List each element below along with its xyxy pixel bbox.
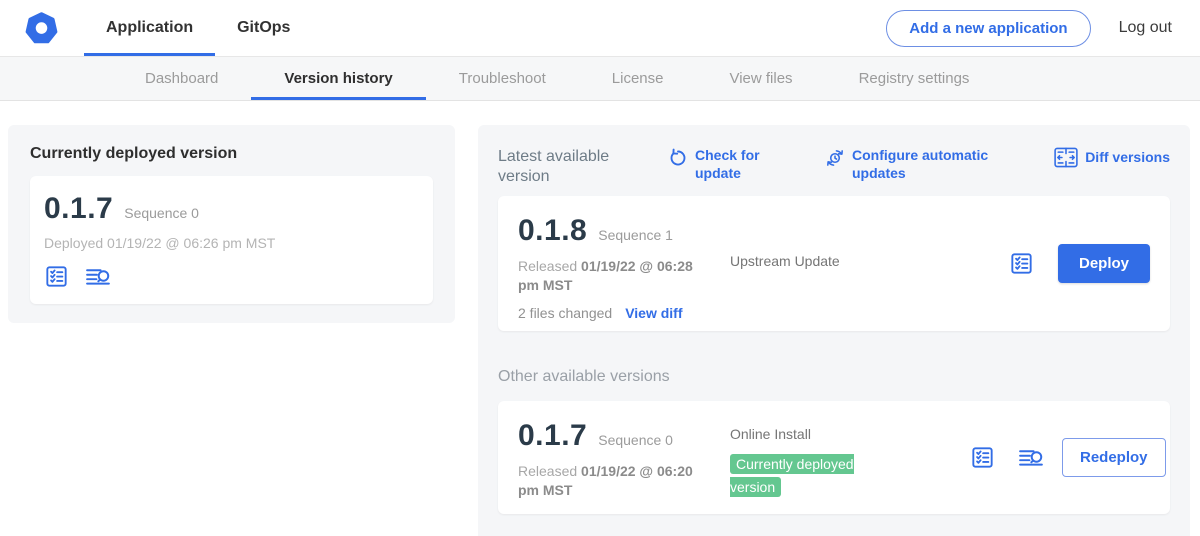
subnav-tab-registry-settings[interactable]: Registry settings — [826, 57, 1003, 100]
other-released-timestamp: Released 01/19/22 @ 06:20 pm MST — [518, 462, 696, 500]
subnav-tab-view-files[interactable]: View files — [696, 57, 825, 100]
latest-sequence-label: Sequence 1 — [598, 227, 673, 243]
deploy-button[interactable]: Deploy — [1058, 244, 1150, 283]
logout-link[interactable]: Log out — [1119, 19, 1172, 37]
nav-tab-application-label: Application — [106, 19, 193, 37]
other-sequence-label: Sequence 0 — [598, 432, 673, 448]
nav-tab-application[interactable]: Application — [84, 0, 215, 56]
subnav-tab-license[interactable]: License — [579, 57, 697, 100]
files-changed-label: 2 files changed — [518, 305, 612, 321]
other-version-source-block: Online Install Currently deployed versio… — [730, 419, 970, 498]
top-navbar: Application GitOps Add a new application… — [0, 0, 1200, 57]
check-for-update-button[interactable]: Check for update — [668, 147, 767, 182]
latest-version-card: 0.1.8 Sequence 1 Released 01/19/22 @ 06:… — [498, 196, 1170, 331]
latest-version-number: 0.1.8 — [518, 214, 587, 248]
latest-released-timestamp: Released 01/19/22 @ 06:28 pm MST — [518, 257, 696, 295]
preflight-checks-icon[interactable] — [1009, 251, 1034, 276]
app-subnav: Dashboard Version history Troubleshoot L… — [0, 57, 1200, 101]
diff-versions-label: Diff versions — [1085, 149, 1170, 167]
add-application-button[interactable]: Add a new application — [886, 10, 1090, 47]
currently-deployed-badge-wrap: Currently deployed version — [730, 453, 878, 498]
latest-available-title: Latest available version — [498, 147, 630, 188]
diff-versions-button[interactable]: Diff versions — [1054, 147, 1170, 168]
other-version-source: Online Install — [730, 426, 970, 442]
configure-automatic-updates-label: Configure automatic updates — [852, 147, 990, 182]
deployed-actions — [44, 264, 419, 289]
other-versions-title: Other available versions — [498, 368, 1170, 386]
primary-nav: Application GitOps — [84, 0, 312, 56]
app-logo-icon[interactable] — [25, 12, 58, 45]
refresh-icon — [668, 148, 688, 168]
clock-sync-icon — [825, 148, 845, 168]
check-for-update-label: Check for update — [695, 147, 767, 182]
nav-tab-gitops[interactable]: GitOps — [215, 0, 312, 56]
preflight-checks-icon[interactable] — [44, 264, 69, 289]
deployed-sequence-label: Sequence 0 — [124, 205, 199, 221]
deployed-version-number: 0.1.7 — [44, 192, 113, 226]
other-version-info: 0.1.7 Sequence 0 Released 01/19/22 @ 06:… — [518, 419, 730, 500]
deployed-timestamp: Deployed 01/19/22 @ 06:26 pm MST — [44, 235, 419, 251]
latest-panel-header: Latest available version Check for updat… — [498, 147, 1170, 188]
latest-version-source: Upstream Update — [730, 214, 970, 269]
preflight-checks-icon[interactable] — [970, 445, 995, 470]
subnav-tab-version-history[interactable]: Version history — [251, 57, 425, 100]
deployed-version-row: 0.1.7 Sequence 0 — [44, 192, 419, 226]
redeploy-button[interactable]: Redeploy — [1062, 438, 1166, 477]
other-version-card: 0.1.7 Sequence 0 Released 01/19/22 @ 06:… — [498, 401, 1170, 514]
nav-tab-gitops-label: GitOps — [237, 19, 290, 37]
latest-version-info: 0.1.8 Sequence 1 Released 01/19/22 @ 06:… — [518, 214, 730, 321]
other-version-actions: Redeploy — [970, 438, 1166, 477]
subnav-tab-dashboard[interactable]: Dashboard — [112, 57, 251, 100]
currently-deployed-panel: Currently deployed version 0.1.7 Sequenc… — [8, 125, 455, 323]
currently-deployed-title: Currently deployed version — [30, 145, 433, 163]
subnav-tab-troubleshoot[interactable]: Troubleshoot — [426, 57, 579, 100]
latest-available-panel: Latest available version Check for updat… — [478, 125, 1190, 536]
latest-version-actions: Deploy — [1009, 244, 1150, 283]
other-version-number: 0.1.7 — [518, 419, 587, 453]
app-window: Application GitOps Add a new application… — [0, 0, 1200, 536]
currently-deployed-badge: Currently deployed version — [730, 454, 854, 497]
diff-versions-icon — [1054, 147, 1078, 168]
configure-automatic-updates-button[interactable]: Configure automatic updates — [825, 147, 990, 182]
deployed-version-card: 0.1.7 Sequence 0 Deployed 01/19/22 @ 06:… — [30, 176, 433, 304]
view-logs-icon[interactable] — [84, 264, 113, 289]
view-diff-link[interactable]: View diff — [625, 305, 682, 321]
view-logs-icon[interactable] — [1017, 445, 1046, 470]
navbar-right: Add a new application Log out — [886, 10, 1172, 47]
